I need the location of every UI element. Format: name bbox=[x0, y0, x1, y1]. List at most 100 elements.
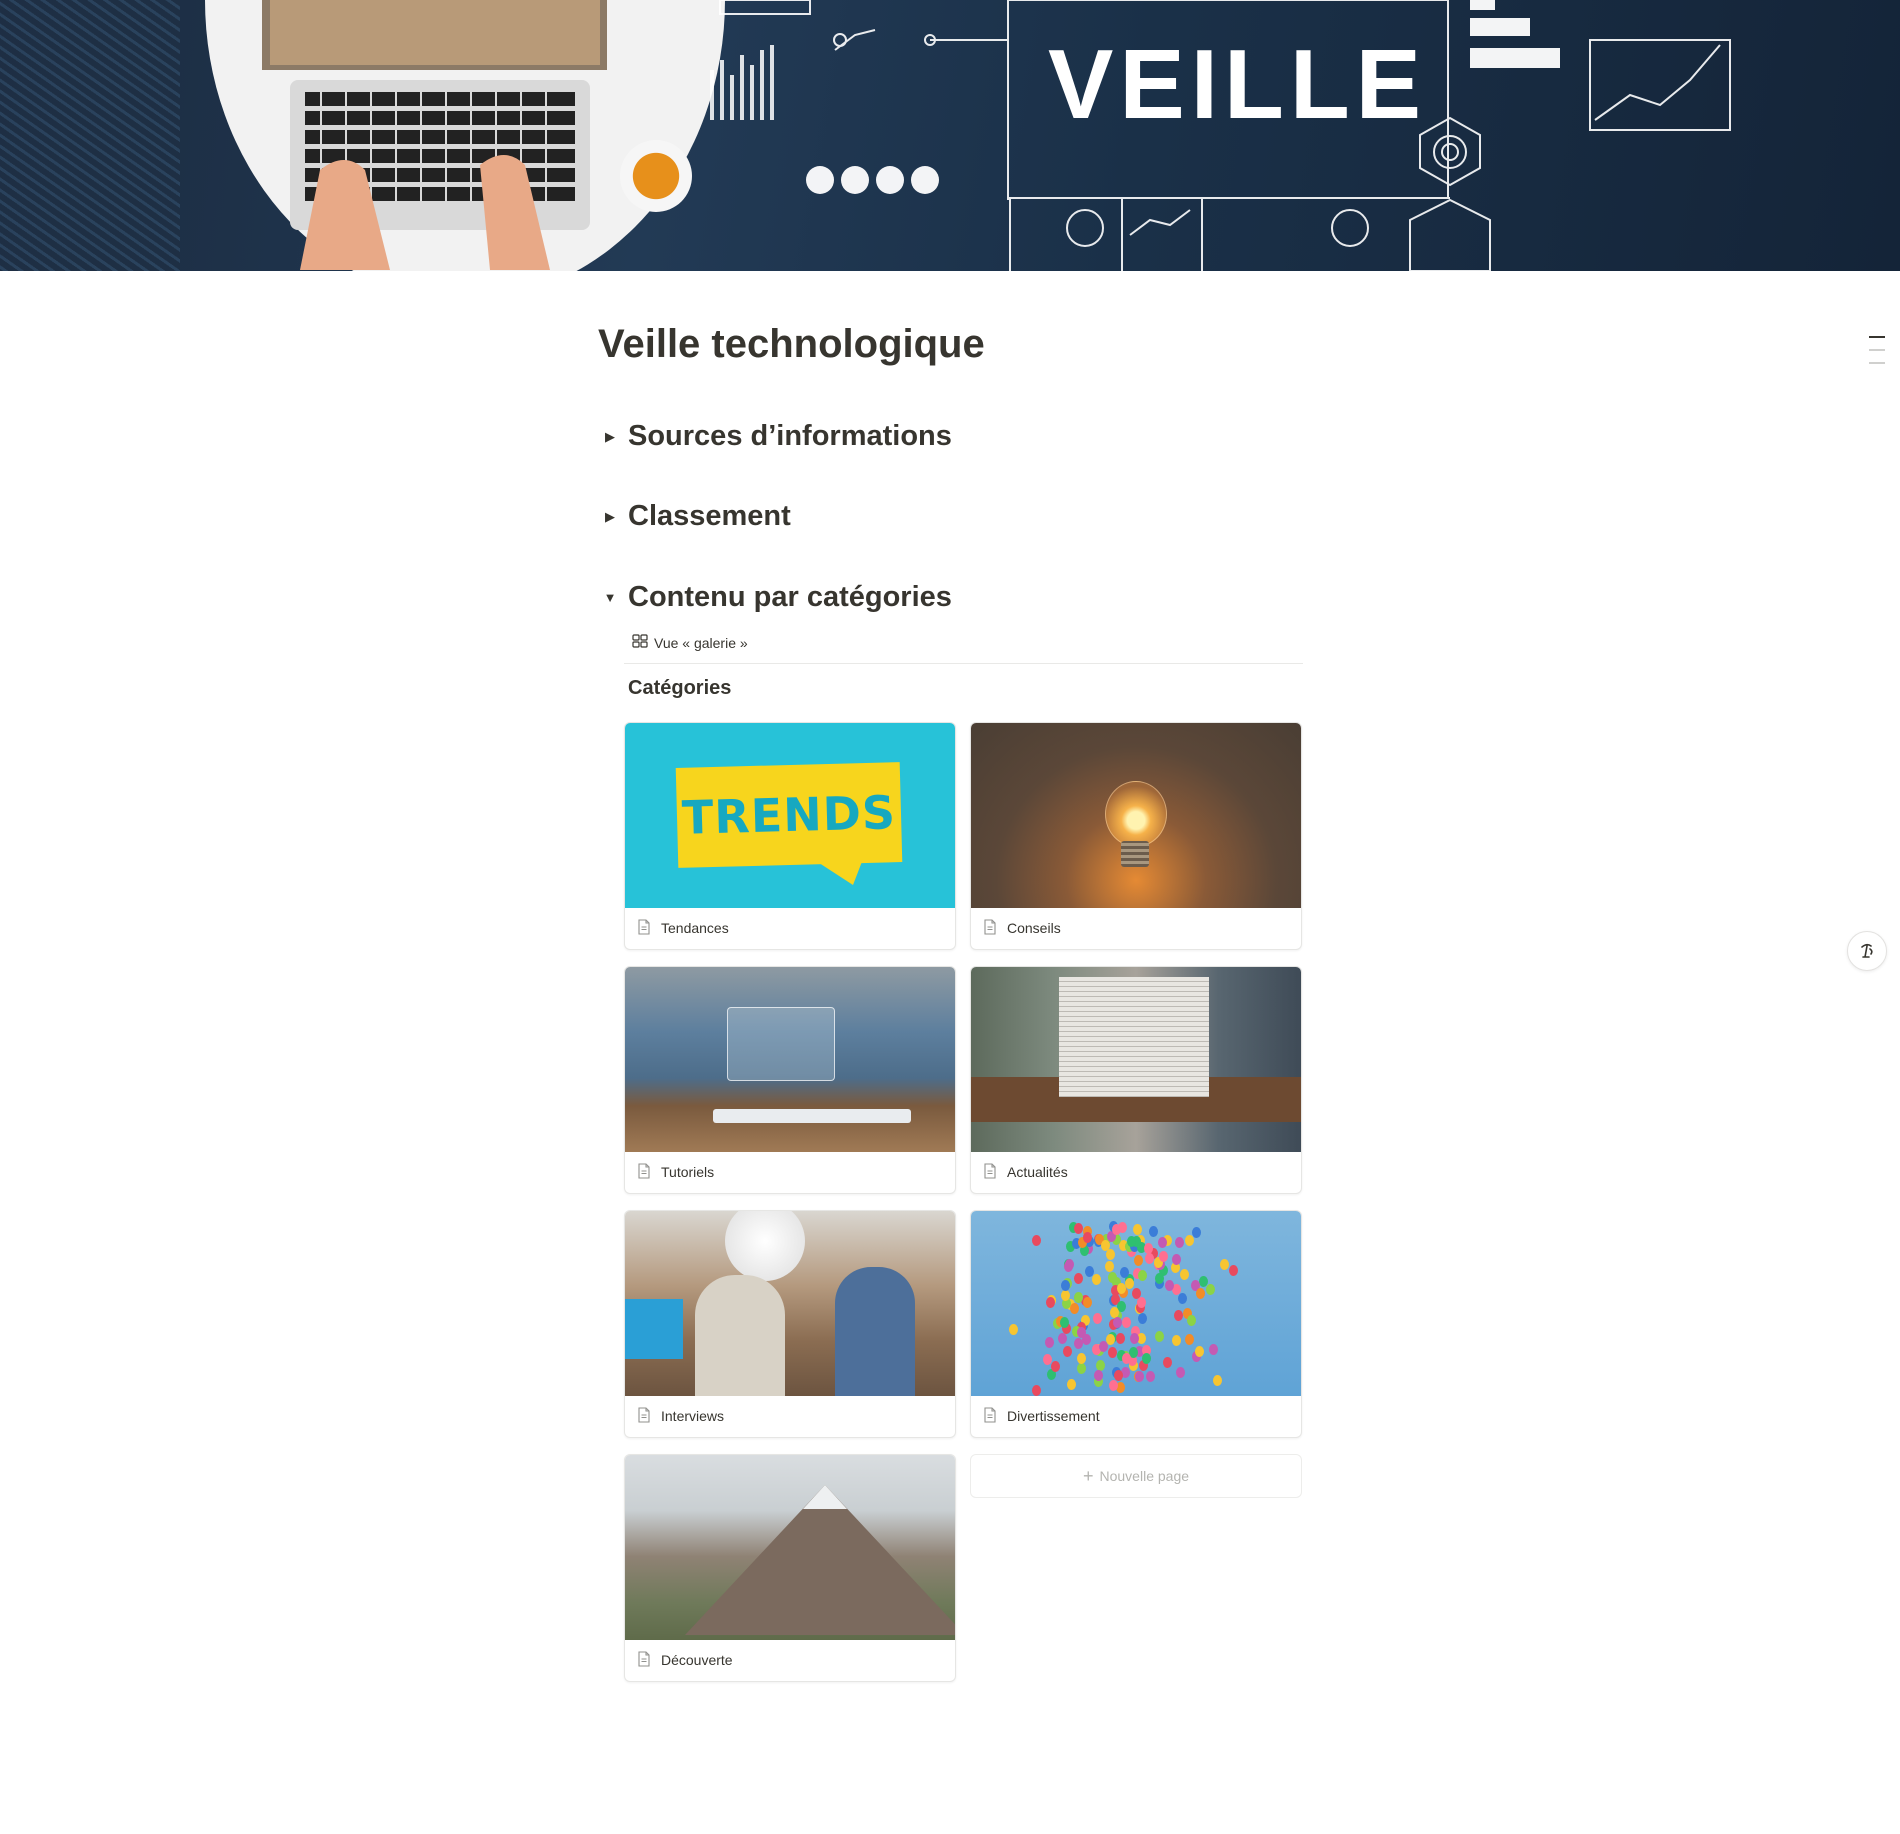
balloon-shape bbox=[1185, 1235, 1194, 1246]
balloon-shape bbox=[1099, 1341, 1108, 1352]
toggle-heading-contenu[interactable]: ▼ Contenu par catégories bbox=[598, 581, 952, 614]
balloon-shape bbox=[1145, 1253, 1154, 1264]
balloon-shape bbox=[1051, 1361, 1060, 1372]
balloon-shape bbox=[1133, 1224, 1142, 1235]
toc-line[interactable] bbox=[1869, 349, 1885, 351]
page-icon bbox=[637, 1650, 651, 1670]
balloon-shape bbox=[1138, 1313, 1147, 1324]
card-cover-image bbox=[971, 967, 1301, 1152]
balloon-shape bbox=[1077, 1353, 1086, 1364]
card-title: Découverte bbox=[661, 1652, 733, 1668]
plus-icon: + bbox=[1082, 1465, 1094, 1486]
triangle-right-icon[interactable]: ▶ bbox=[598, 429, 622, 445]
gallery-view-tab[interactable]: Vue « galerie » bbox=[632, 634, 748, 651]
card-title: Tendances bbox=[661, 920, 729, 936]
toggle-heading-classement[interactable]: ▶ Classement bbox=[598, 500, 791, 533]
page-icon bbox=[983, 1162, 997, 1182]
gallery-card-tutoriels[interactable]: Tutoriels bbox=[624, 966, 956, 1194]
balloon-shape bbox=[1061, 1290, 1070, 1301]
balloon-shape bbox=[1116, 1333, 1125, 1344]
database-title[interactable]: Catégories bbox=[628, 677, 731, 700]
balloon-shape bbox=[1064, 1261, 1073, 1272]
balloon-shape bbox=[1142, 1353, 1151, 1364]
card-title: Actualités bbox=[1007, 1164, 1068, 1180]
balloon-shape bbox=[1108, 1347, 1117, 1358]
balloon-shape bbox=[1176, 1367, 1185, 1378]
card-title: Tutoriels bbox=[661, 1164, 715, 1180]
new-page-label: Nouvelle page bbox=[1099, 1468, 1190, 1484]
balloon-shape bbox=[1155, 1273, 1164, 1284]
balloon-shape bbox=[1093, 1313, 1102, 1324]
balloon-shape bbox=[1122, 1353, 1131, 1364]
balloon-shape bbox=[1032, 1385, 1041, 1396]
card-caption: Interviews bbox=[625, 1396, 955, 1436]
balloon-shape bbox=[1174, 1310, 1183, 1321]
triangle-right-icon[interactable]: ▶ bbox=[598, 509, 622, 525]
cover-coffee-cup bbox=[620, 140, 692, 212]
light-bulb-base bbox=[1121, 841, 1149, 867]
balloon-shape bbox=[1127, 1236, 1136, 1247]
balloon-shape bbox=[1185, 1334, 1194, 1345]
notion-ai-icon[interactable] bbox=[1847, 931, 1887, 971]
triangle-down-icon[interactable]: ▼ bbox=[598, 590, 622, 605]
toc-line-active[interactable] bbox=[1869, 336, 1885, 338]
gallery-card-decouverte[interactable]: Découverte bbox=[624, 1454, 956, 1682]
table-of-contents-icon[interactable] bbox=[1869, 336, 1885, 375]
person-shape bbox=[835, 1267, 915, 1396]
page-title[interactable]: Veille technologique bbox=[598, 322, 985, 367]
card-cover-image bbox=[625, 1455, 955, 1640]
balloon-shape bbox=[1046, 1297, 1055, 1308]
card-cover-image bbox=[971, 1211, 1301, 1396]
page-icon bbox=[983, 1406, 997, 1426]
page-icon bbox=[637, 918, 651, 938]
toggle-heading-label[interactable]: Sources d’informations bbox=[628, 420, 952, 453]
balloon-shape bbox=[1063, 1346, 1072, 1357]
gallery-card-interviews[interactable]: Interviews bbox=[624, 1210, 956, 1438]
balloon-shape bbox=[1074, 1292, 1083, 1303]
trends-speech-bubble: TRENDS bbox=[675, 762, 903, 868]
card-caption: Actualités bbox=[971, 1152, 1301, 1192]
toggle-heading-label[interactable]: Contenu par catégories bbox=[628, 581, 952, 614]
card-title: Divertissement bbox=[1007, 1408, 1100, 1424]
database-divider bbox=[624, 663, 1303, 664]
balloon-shape bbox=[1060, 1317, 1069, 1328]
gallery-card-tendances[interactable]: TRENDS Tendances bbox=[624, 722, 956, 950]
virtual-screen-shape bbox=[727, 1007, 835, 1081]
gallery-card-divertissement[interactable]: Divertissement bbox=[970, 1210, 1302, 1438]
studio-light-shape bbox=[725, 1211, 805, 1281]
cover-laptop-illustration bbox=[262, 0, 607, 270]
balloon-shape bbox=[1074, 1223, 1083, 1234]
toggle-heading-sources[interactable]: ▶ Sources d’informations bbox=[598, 420, 952, 453]
balloon-shape bbox=[1074, 1338, 1083, 1349]
new-page-button[interactable]: + Nouvelle page bbox=[970, 1454, 1302, 1498]
balloon-shape bbox=[1178, 1293, 1187, 1304]
toc-line[interactable] bbox=[1869, 362, 1885, 364]
balloon-shape bbox=[1045, 1337, 1054, 1348]
page-cover[interactable]: VEILLE bbox=[0, 0, 1900, 271]
balloon-shape bbox=[1199, 1276, 1208, 1287]
balloon-shape bbox=[1108, 1272, 1117, 1283]
balloon-shape bbox=[1043, 1354, 1052, 1365]
balloon-shape bbox=[1172, 1335, 1181, 1346]
light-bulb-shape bbox=[1105, 781, 1167, 847]
balloon-shape bbox=[1196, 1288, 1205, 1299]
balloon-shape bbox=[1137, 1297, 1146, 1308]
toggle-heading-label[interactable]: Classement bbox=[628, 500, 791, 533]
balloon-shape bbox=[1195, 1346, 1204, 1357]
balloon-shape bbox=[1109, 1380, 1118, 1391]
balloon-shape bbox=[1155, 1331, 1164, 1342]
gallery-card-conseils[interactable]: Conseils bbox=[970, 722, 1302, 950]
card-title: Conseils bbox=[1007, 920, 1061, 936]
trends-image-text: TRENDS bbox=[681, 785, 897, 845]
balloon-shape bbox=[1067, 1379, 1076, 1390]
balloon-shape bbox=[1009, 1324, 1018, 1335]
balloon-shape bbox=[1165, 1280, 1174, 1291]
balloon-shape bbox=[1159, 1251, 1168, 1262]
balloon-shape bbox=[1163, 1357, 1172, 1368]
gallery-card-actualites[interactable]: Actualités bbox=[970, 966, 1302, 1194]
balloon-shape bbox=[1106, 1249, 1115, 1260]
balloon-shape bbox=[1077, 1327, 1086, 1338]
balloon-shape bbox=[1083, 1297, 1092, 1308]
balloon-shape bbox=[1122, 1317, 1131, 1328]
card-title: Interviews bbox=[661, 1408, 725, 1424]
